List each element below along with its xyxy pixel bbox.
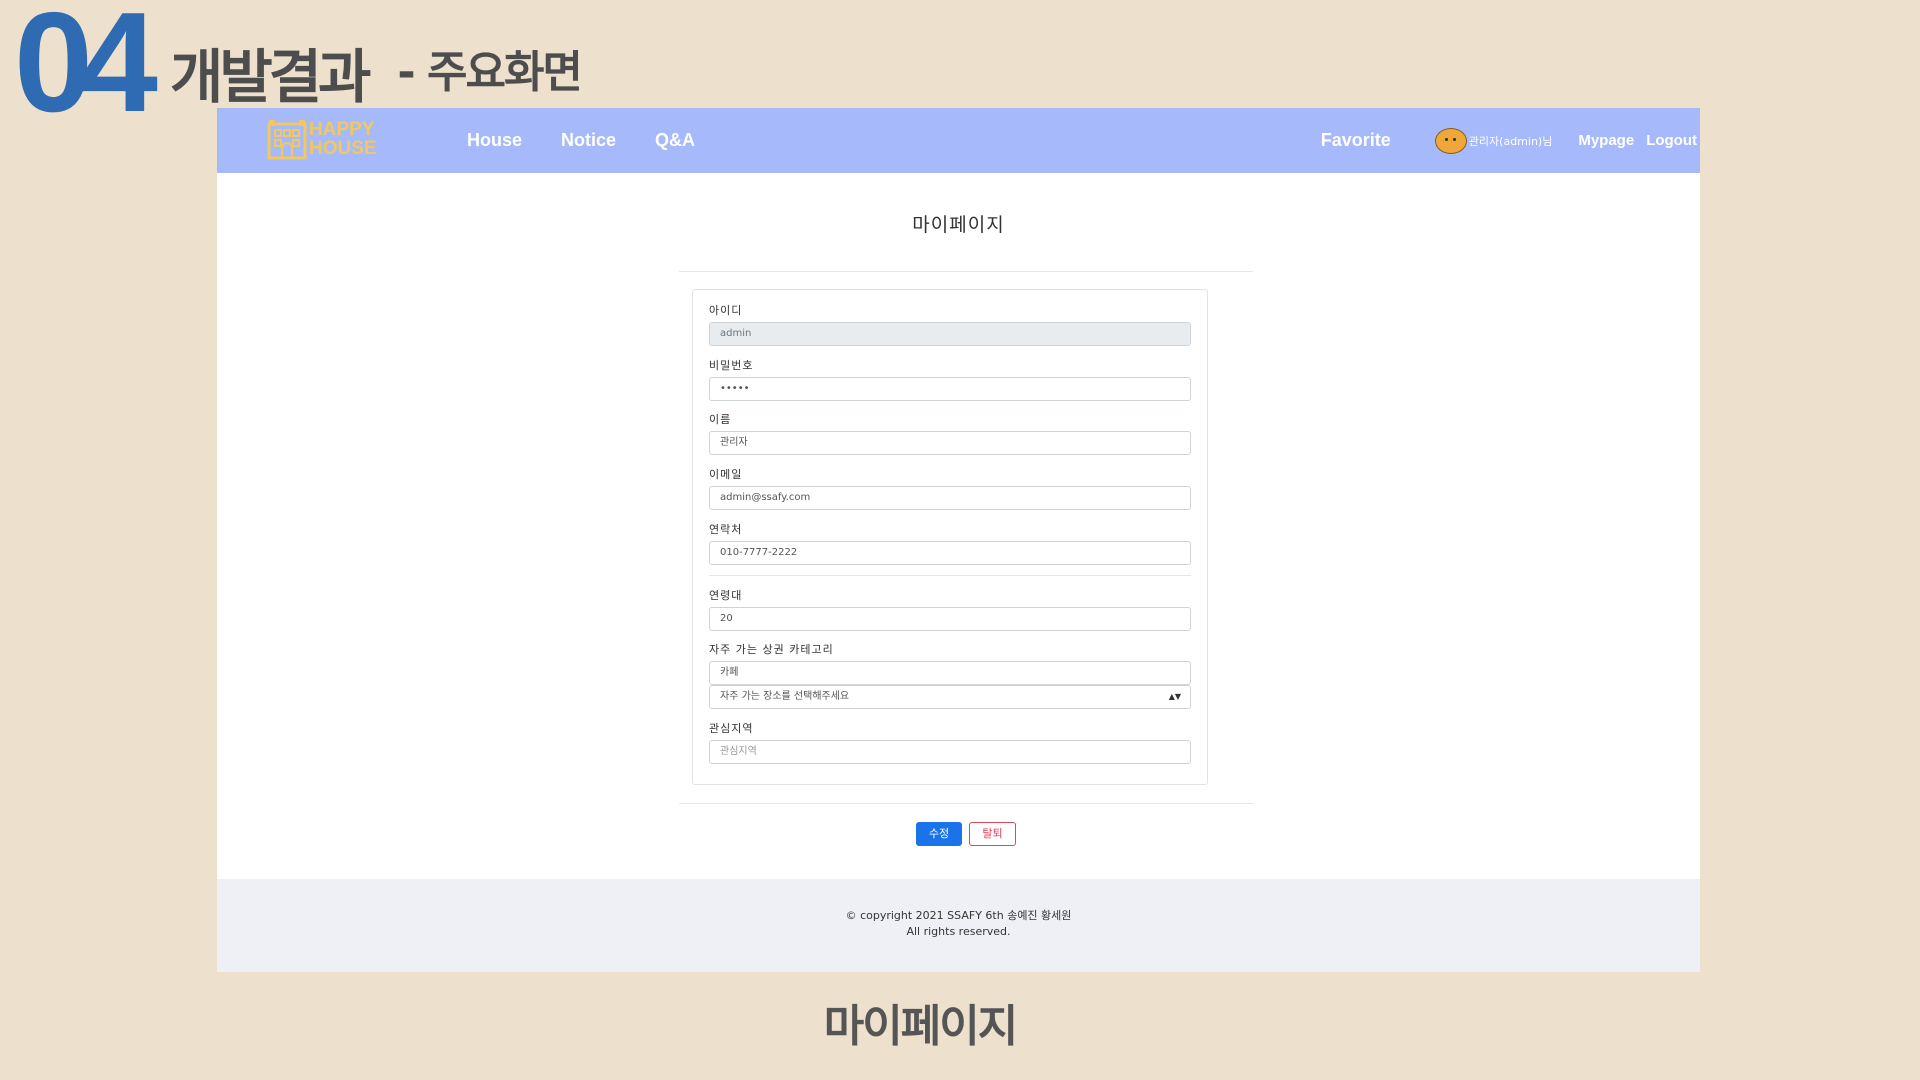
id-field: admin [709, 322, 1191, 346]
page-title: 마이페이지 [912, 214, 1005, 236]
name-label: 이름 [709, 413, 732, 426]
category-select[interactable]: 자주 가는 장소를 선택해주세요 ▲▼ [709, 685, 1191, 709]
id-label: 아이디 [709, 304, 743, 317]
slide-caption: 마이페이지 [823, 1001, 1018, 1052]
divider [709, 575, 1191, 576]
email-field[interactable]: admin@ssafy.com [709, 486, 1191, 510]
nav-link-mypage[interactable]: Mypage [1578, 132, 1634, 149]
footer: © copyright 2021 SSAFY 6th 송예진 황세원 All r… [217, 879, 1700, 972]
name-field[interactable]: 관리자 [709, 431, 1191, 455]
navbar: HAPPY HOUSE House Notice Q&A Favorite 관리… [217, 108, 1700, 173]
phone-field[interactable]: 010-7777-2222 [709, 541, 1191, 565]
slide-subtitle: - 주요화면 [397, 47, 582, 98]
divider [679, 271, 1253, 272]
brand-logo[interactable]: HAPPY HOUSE [267, 118, 377, 160]
nav-link-logout[interactable]: Logout [1646, 132, 1697, 149]
brand-line-1: HAPPY [309, 119, 375, 140]
nav-link-favorite[interactable]: Favorite [1321, 130, 1391, 151]
avatar[interactable] [1434, 127, 1467, 154]
divider [679, 803, 1253, 804]
password-label: 비밀번호 [709, 359, 754, 372]
select-arrows-icon: ▲▼ [1168, 692, 1181, 701]
category-field[interactable]: 카페 [709, 661, 1191, 685]
withdraw-button[interactable]: 탈퇴 [969, 822, 1016, 846]
brand-text: HAPPY HOUSE [309, 120, 377, 158]
profile-form: 아이디 admin 비밀번호 ••••• 이름 관리자 이메일 admin@ss… [692, 289, 1208, 785]
interest-field[interactable]: 관심지역 [709, 740, 1191, 764]
footer-rights: All rights reserved. [906, 925, 1011, 938]
app-screenshot: HAPPY HOUSE House Notice Q&A Favorite 관리… [217, 108, 1700, 972]
age-field[interactable]: 20 [709, 607, 1191, 631]
slide-number: 04 [14, 0, 158, 142]
edit-button[interactable]: 수정 [916, 822, 962, 846]
slide-title: 개발결과 [169, 43, 371, 111]
password-field[interactable]: ••••• [709, 377, 1191, 401]
nav-link-house[interactable]: House [467, 130, 522, 151]
house-logo-icon [267, 120, 307, 160]
nav-link-notice[interactable]: Notice [561, 130, 616, 151]
brand-line-2: HOUSE [309, 138, 377, 159]
category-label: 자주 가는 상권 카테고리 [709, 643, 834, 656]
category-select-value: 자주 가는 장소를 선택해주세요 [720, 691, 850, 702]
nav-links: House Notice Q&A [467, 108, 734, 173]
interest-label: 관심지역 [709, 722, 754, 735]
nav-right: Favorite 관리자(admin)님 Mypage Logout [1321, 108, 1697, 173]
user-name-label: 관리자(admin)님 [1468, 134, 1553, 148]
footer-copyright: © copyright 2021 SSAFY 6th 송예진 황세원 [845, 909, 1072, 922]
email-label: 이메일 [709, 468, 743, 481]
phone-label: 연락처 [709, 523, 743, 536]
age-label: 연령대 [709, 589, 743, 602]
nav-link-qna[interactable]: Q&A [655, 130, 695, 151]
